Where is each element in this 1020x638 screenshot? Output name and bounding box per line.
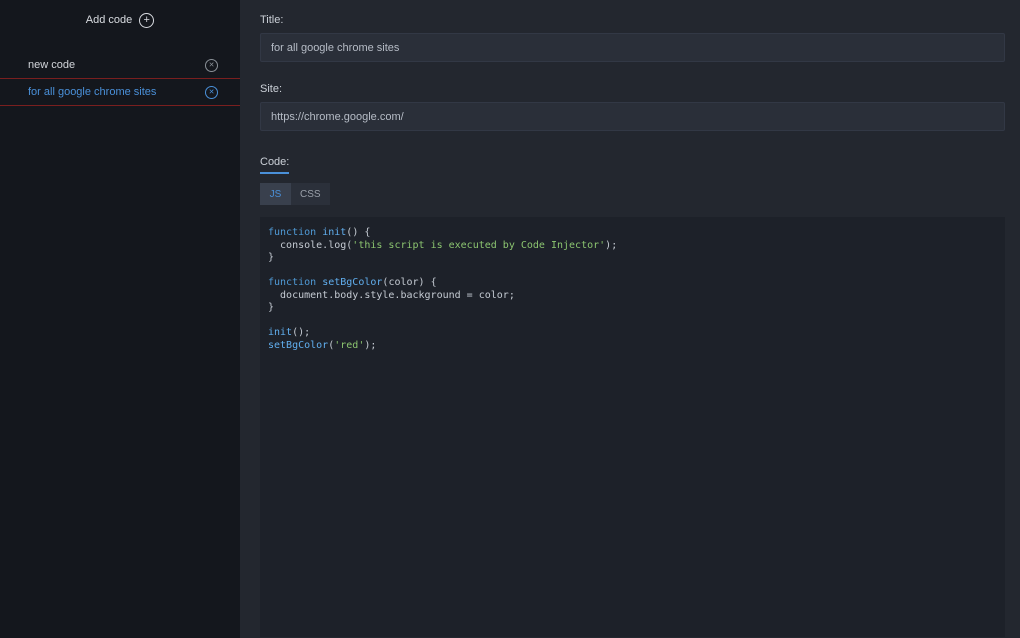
code-line	[268, 265, 997, 278]
code-tabs: JS CSS	[260, 183, 1005, 205]
add-code-button[interactable]: Add code +	[0, 0, 240, 40]
title-input[interactable]	[260, 33, 1005, 62]
code-list-item-label: for all google chrome sites	[28, 86, 205, 98]
code-line: setBgColor('red');	[268, 340, 997, 353]
code-injector-app: Add code + new code✕for all google chrom…	[0, 0, 1020, 638]
code-list-item[interactable]: for all google chrome sites✕	[0, 79, 240, 106]
code-list-item[interactable]: new code✕	[0, 52, 240, 79]
code-label: Code:	[260, 156, 289, 174]
code-line: document.body.style.background = color;	[268, 290, 997, 303]
code-section: Code: JS CSS function init() { console.l…	[260, 152, 1005, 637]
tab-css[interactable]: CSS	[291, 183, 330, 205]
x-circle-icon[interactable]: ✕	[205, 59, 218, 72]
title-label: Title:	[260, 14, 1005, 26]
code-line: function setBgColor(color) {	[268, 277, 997, 290]
code-line: }	[268, 302, 997, 315]
code-line: console.log('this script is executed by …	[268, 240, 997, 253]
add-code-label: Add code	[86, 14, 132, 26]
code-list: new code✕for all google chrome sites✕	[0, 52, 240, 106]
editor-panel: Title: Site: Code: JS CSS function init(…	[240, 0, 1020, 638]
title-field: Title:	[260, 14, 1005, 62]
code-line: }	[268, 252, 997, 265]
site-input[interactable]	[260, 102, 1005, 131]
code-editor[interactable]: function init() { console.log('this scri…	[260, 217, 1005, 637]
plus-circle-icon: +	[139, 13, 154, 28]
code-line: init();	[268, 327, 997, 340]
sidebar: Add code + new code✕for all google chrom…	[0, 0, 240, 638]
x-circle-icon[interactable]: ✕	[205, 86, 218, 99]
code-line	[268, 315, 997, 328]
site-field: Site:	[260, 83, 1005, 131]
code-line: function init() {	[268, 227, 997, 240]
code-list-item-label: new code	[28, 59, 205, 71]
tab-js[interactable]: JS	[260, 183, 291, 205]
site-label: Site:	[260, 83, 1005, 95]
